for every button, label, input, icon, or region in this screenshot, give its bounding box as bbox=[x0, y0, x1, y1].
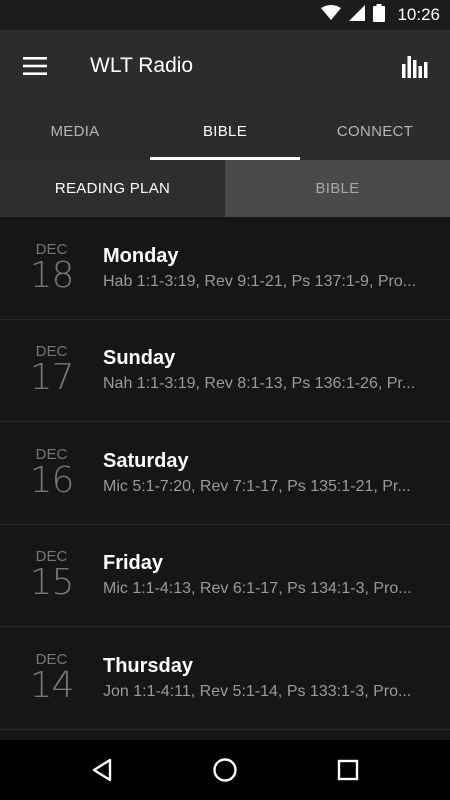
back-icon bbox=[92, 758, 111, 782]
list-item[interactable]: DEC 17 Sunday Nah 1:1-3:19, Rev 8:1-13, … bbox=[0, 320, 450, 422]
reading-passages: Mic 1:1-4:13, Rev 6:1-17, Ps 134:1-3, Pr… bbox=[103, 580, 412, 598]
reading-weekday: Monday bbox=[103, 244, 179, 267]
reading-passages: Nah 1:1-3:19, Rev 8:1-13, Ps 136:1-26, P… bbox=[103, 375, 416, 393]
list-item[interactable]: DEC 14 Thursday Jon 1:1-4:11, Rev 5:1-14… bbox=[0, 627, 450, 730]
date-block: DEC 14 bbox=[0, 651, 103, 706]
date-day: 18 bbox=[29, 254, 75, 296]
reading-weekday: Friday bbox=[103, 552, 164, 575]
date-day: 16 bbox=[29, 459, 75, 501]
menu-icon bbox=[23, 57, 47, 75]
recents-button[interactable] bbox=[318, 740, 378, 800]
subtab-bible[interactable]: BIBLE bbox=[225, 160, 450, 217]
reading-weekday: Sunday bbox=[103, 347, 176, 370]
home-button[interactable] bbox=[195, 740, 255, 800]
menu-button[interactable] bbox=[0, 30, 70, 102]
date-block: DEC 17 bbox=[0, 344, 103, 396]
reading-passages: Hab 1:1-3:19, Rev 9:1-21, Ps 137:1-9, Pr… bbox=[103, 272, 417, 290]
subtab-reading-plan[interactable]: READING PLAN bbox=[0, 160, 225, 217]
app-bar: WLT Radio bbox=[0, 30, 450, 102]
signal-icon bbox=[349, 4, 366, 26]
reading-passages: Jon 1:1-4:11, Rev 5:1-14, Ps 133:1-3, Pr… bbox=[103, 682, 412, 700]
bible-subtabs: READING PLAN BIBLE bbox=[0, 160, 450, 217]
main-tabs: MEDIA BIBLE CONNECT bbox=[0, 102, 450, 160]
reading-plan-list: DEC 18 Monday Hab 1:1-3:19, Rev 9:1-21, … bbox=[0, 217, 450, 740]
battery-icon bbox=[373, 3, 386, 27]
list-item[interactable]: DEC 15 Friday Mic 1:1-4:13, Rev 6:1-17, … bbox=[0, 525, 450, 627]
reading-weekday: Thursday bbox=[103, 654, 194, 677]
home-icon bbox=[213, 758, 237, 782]
date-day: 17 bbox=[29, 357, 75, 399]
tab-bible[interactable]: BIBLE bbox=[150, 102, 300, 160]
app-title: WLT Radio bbox=[90, 54, 194, 77]
wifi-icon bbox=[321, 4, 342, 26]
reading-weekday: Saturday bbox=[103, 449, 189, 472]
status-time: 10:26 bbox=[397, 5, 440, 24]
list-item[interactable]: DEC 18 Monday Hab 1:1-3:19, Rev 9:1-21, … bbox=[0, 217, 450, 320]
tab-connect[interactable]: CONNECT bbox=[300, 102, 450, 160]
date-block: DEC 16 bbox=[0, 446, 103, 501]
date-block: DEC 18 bbox=[0, 241, 103, 296]
back-button[interactable] bbox=[72, 740, 132, 800]
reading-passages: Mic 5:1-7:20, Rev 7:1-17, Ps 135:1-21, P… bbox=[103, 477, 411, 495]
date-day: 14 bbox=[29, 664, 75, 706]
date-block: DEC 15 bbox=[0, 549, 103, 601]
recents-icon bbox=[338, 759, 359, 781]
now-playing-button[interactable] bbox=[380, 30, 450, 102]
equalizer-icon bbox=[402, 56, 428, 78]
list-item[interactable]: DEC 16 Saturday Mic 5:1-7:20, Rev 7:1-17… bbox=[0, 422, 450, 525]
date-day: 15 bbox=[29, 562, 75, 604]
status-bar: 10:26 bbox=[0, 0, 450, 30]
tab-media[interactable]: MEDIA bbox=[0, 102, 150, 160]
system-nav-bar bbox=[0, 740, 450, 800]
